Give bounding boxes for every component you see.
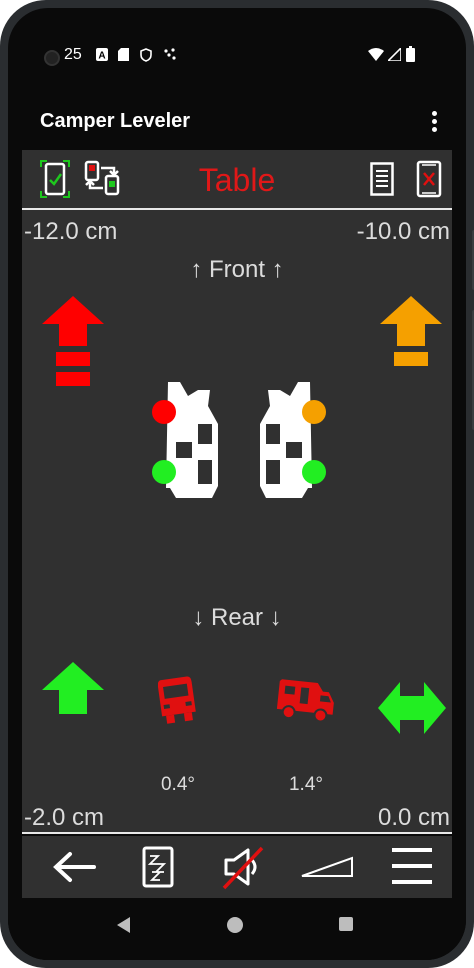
camera-dot: [44, 50, 60, 66]
vehicle-front-icon: [158, 676, 196, 724]
front-right-light: [302, 400, 326, 424]
rear-label: ↓ Rear ↓: [192, 604, 282, 631]
dots-icon: [164, 48, 176, 60]
a-badge-icon: A: [96, 48, 108, 61]
signal-icon: [388, 48, 401, 61]
mode-toolbar: Table: [22, 150, 452, 210]
front-left-height: -12.0 cm: [24, 218, 118, 245]
nav-home-icon[interactable]: [226, 916, 244, 934]
front-left-light: [152, 400, 176, 424]
sd-card-icon: [118, 48, 129, 61]
status-bar: 25 A: [8, 38, 466, 74]
front-right-raise-arrow-icon: [380, 296, 442, 366]
front-left-raise-arrow-icon: [42, 296, 104, 386]
overflow-menu-icon[interactable]: [424, 108, 444, 136]
rear-left-height: -2.0 cm: [24, 804, 105, 831]
pitch-angle: 1.4°: [288, 774, 323, 795]
front-right-height: -10.0 cm: [356, 218, 450, 245]
vehicle-top-view: [152, 382, 326, 498]
arrow-left-icon[interactable]: [52, 850, 96, 884]
ramp-icon[interactable]: [300, 854, 356, 880]
front-label: ↑ Front ↑: [190, 256, 284, 283]
wifi-icon: [368, 48, 384, 61]
document-icon[interactable]: [370, 162, 394, 196]
roll-angle: 0.4°: [160, 774, 195, 795]
nav-recents-icon[interactable]: [338, 916, 354, 932]
rear-left-light: [152, 460, 176, 484]
phone-frame: 25 A Camper Leveler Table -12.0 cm -10.0…: [0, 0, 474, 968]
hamburger-menu-icon[interactable]: [390, 846, 434, 886]
app-bar: Camper Leveler: [8, 94, 466, 150]
system-nav-bar: [8, 898, 466, 960]
tablet-x-icon[interactable]: [416, 160, 442, 198]
sleep-zzz-icon[interactable]: [142, 846, 174, 888]
svg-text:A: A: [98, 51, 105, 62]
rear-right-height: 0.0 cm: [377, 804, 450, 831]
bottom-action-bar: [22, 836, 452, 898]
screen-area: 25 A Camper Leveler Table -12.0 cm -10.0…: [8, 8, 466, 960]
rear-right-level-arrow-icon: [378, 682, 446, 734]
motorhome-side-icon: [276, 679, 334, 723]
status-time: 25: [64, 46, 82, 63]
app-title: Camper Leveler: [40, 110, 191, 132]
rear-right-light: [302, 460, 326, 484]
bottom-divider: [22, 832, 452, 834]
rear-left-raise-arrow-icon: [42, 662, 104, 714]
leveler-view: -12.0 cm -10.0 cm ↑ Front ↑ ↓ Rear ↓ 0.4…: [22, 210, 452, 832]
battery-icon: [406, 46, 415, 62]
nav-back-icon[interactable]: [116, 916, 132, 934]
speaker-muted-icon[interactable]: [220, 844, 266, 890]
shield-icon: [140, 48, 152, 62]
